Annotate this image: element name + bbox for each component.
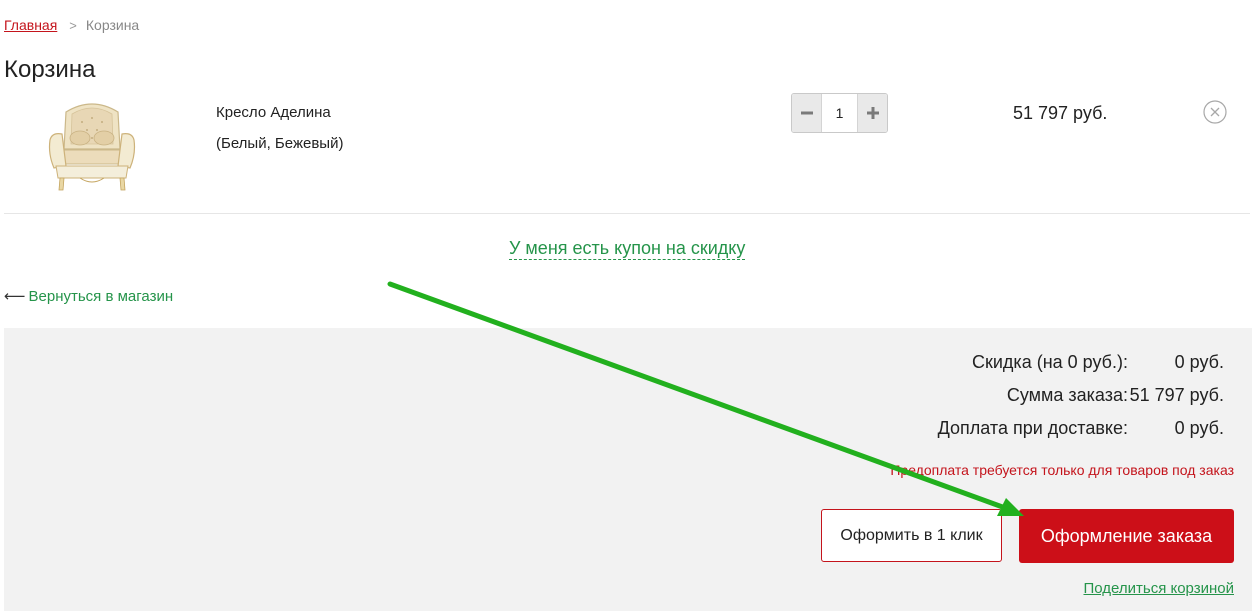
remove-item-icon[interactable] [1203, 100, 1227, 124]
breadcrumb-current: Корзина [85, 17, 140, 33]
prepayment-note: Предоплата требуется только для товаров … [890, 462, 1234, 478]
coupon-link[interactable]: У меня есть купон на скидку [509, 237, 746, 260]
breadcrumb: Главная > Корзина [4, 17, 139, 33]
minus-icon [800, 111, 813, 115]
delivery-surcharge-label: Доплата при доставке: [937, 418, 1128, 438]
order-total-label: Сумма заказа: [1006, 385, 1128, 405]
one-click-order-button[interactable]: Оформить в 1 клик [821, 509, 1002, 562]
back-to-shop-link[interactable]: ⟵ Вернуться в магазин [4, 287, 173, 305]
item-price: 51 797 руб. [1013, 103, 1108, 123]
delivery-surcharge-value: 0 руб. [1174, 418, 1224, 438]
breadcrumb-home-link[interactable]: Главная [4, 17, 57, 33]
cart-page: Главная > Корзина Корзина Кресло Аделина… [0, 0, 1252, 611]
plus-icon [866, 107, 879, 119]
discount-label: Скидка (на 0 руб.): [972, 352, 1128, 372]
discount-row: Скидка (на 0 руб.): 0 руб. [972, 352, 1224, 373]
breadcrumb-separator: > [69, 18, 77, 33]
discount-value: 0 руб. [1174, 352, 1224, 372]
product-name[interactable]: Кресло Аделина [216, 104, 331, 121]
arrow-left-icon: ⟵ [4, 288, 26, 305]
back-to-shop-label: Вернуться в магазин [28, 288, 174, 305]
quantity-stepper: 1 [791, 93, 888, 133]
delivery-surcharge-row: Доплата при доставке: 0 руб. [938, 418, 1224, 439]
quantity-input[interactable]: 1 [821, 94, 858, 132]
checkout-button[interactable]: Оформление заказа [1019, 509, 1234, 563]
order-summary-panel: Скидка (на 0 руб.): 0 руб. Сумма заказа:… [4, 328, 1252, 611]
quantity-increase-button[interactable] [858, 94, 887, 132]
share-cart-link[interactable]: Поделиться корзиной [1083, 580, 1234, 597]
quantity-decrease-button[interactable] [792, 94, 821, 132]
page-title: Корзина [4, 56, 96, 83]
order-total-value: 51 797 руб. [1129, 385, 1224, 405]
product-variant: (Белый, Бежевый) [216, 135, 344, 152]
order-total-row: Сумма заказа: 51 797 руб. [1007, 385, 1224, 406]
cart-item-row: Кресло Аделина (Белый, Бежевый) 1 51 797… [4, 90, 1250, 214]
armchair-product-image[interactable] [42, 94, 142, 194]
